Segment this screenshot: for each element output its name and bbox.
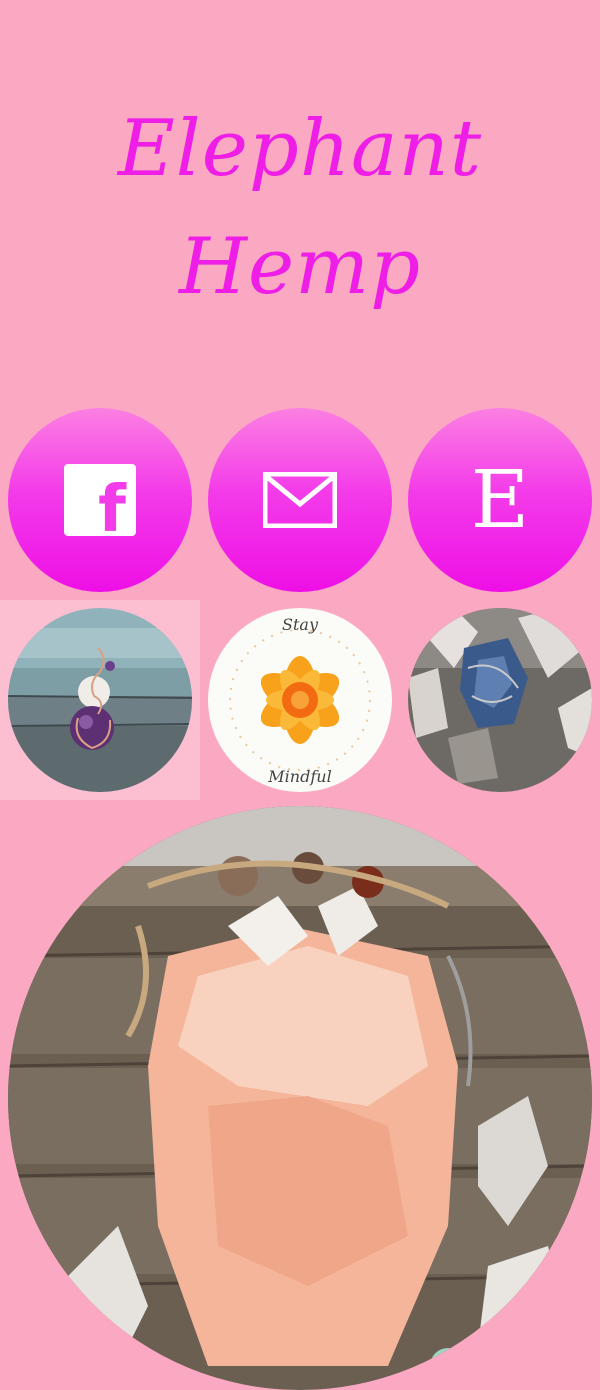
mail-icon bbox=[263, 472, 337, 528]
email-button[interactable] bbox=[208, 408, 392, 592]
etsy-button[interactable]: E bbox=[408, 408, 592, 592]
gallery-photo-blue-crystal-pendant[interactable] bbox=[408, 608, 592, 792]
flower-bottom-text: Mindful bbox=[267, 767, 331, 786]
facebook-button[interactable]: f bbox=[8, 408, 192, 592]
facebook-glyph: f bbox=[98, 473, 126, 547]
facebook-icon: f bbox=[64, 464, 136, 542]
title-line-1: Elephant bbox=[117, 104, 483, 194]
gallery-photo-amethyst-pendant[interactable] bbox=[8, 608, 192, 792]
flower-top-text: Stay bbox=[282, 615, 319, 634]
featured-photo-salt-crystal[interactable] bbox=[8, 806, 592, 1390]
gallery-photo-stay-mindful-flower[interactable]: Stay Mindful bbox=[208, 608, 392, 792]
etsy-icon: E bbox=[470, 453, 530, 546]
title-line-2: Hemp bbox=[178, 222, 422, 312]
